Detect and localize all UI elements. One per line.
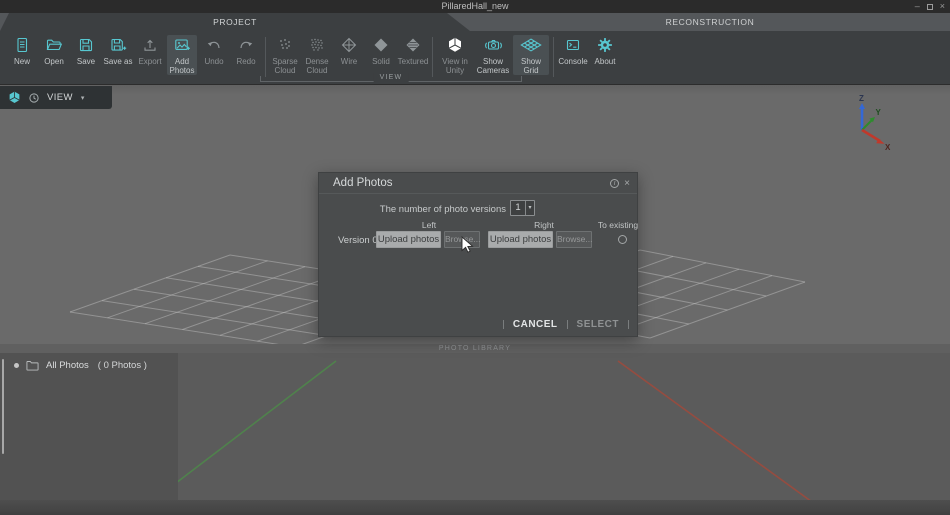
save-as-icon (110, 35, 127, 54)
select-button[interactable]: SELECT (577, 319, 619, 330)
photo-versions-select[interactable]: 1 ▾ (510, 200, 535, 216)
add-photos-dialog: Add Photos i × The number of photo versi… (318, 172, 638, 337)
new-file-icon (14, 35, 30, 54)
window-close-icon[interactable]: × (940, 0, 945, 13)
footer-separator (567, 320, 568, 329)
photo-versions-label: The number of photo versions (319, 204, 506, 215)
close-icon[interactable]: × (624, 179, 630, 189)
column-header-to-existing: To existing (597, 220, 639, 230)
toolbar-button-new[interactable]: New (7, 35, 37, 66)
bullet-icon (14, 363, 19, 368)
toolbar-button-redo[interactable]: Redo (231, 35, 261, 66)
console-icon (565, 35, 581, 54)
view-menu-bar: VIEW ▾ (0, 86, 112, 109)
browse-right-button[interactable]: Browse... (556, 231, 592, 248)
solid-mesh-icon (373, 35, 389, 54)
upload-photos-right-button[interactable]: Upload photos (488, 231, 553, 248)
cancel-button[interactable]: CANCEL (513, 319, 558, 330)
toolbar-button-dense-cloud[interactable]: Dense Cloud (302, 35, 332, 75)
chevron-down-icon: ▾ (81, 94, 85, 102)
toolbar-group-view: VIEW (260, 76, 522, 82)
column-header-left: Left (414, 220, 444, 230)
toolbar-button-textured[interactable]: Textured (398, 35, 428, 66)
unity-logo-icon (447, 35, 463, 54)
browse-left-button[interactable]: Browse... (444, 231, 480, 248)
toolbar-button-save[interactable]: Save (71, 35, 101, 66)
toolbar-button-save-as[interactable]: Save as (103, 35, 133, 66)
restore-icon[interactable] (927, 4, 933, 10)
all-photos-item[interactable]: All Photos ( 0 Photos ) (14, 360, 147, 371)
toolbar-button-wire[interactable]: Wire (334, 35, 364, 66)
toolbar-button-about[interactable]: About (590, 35, 620, 66)
dialog-title: Add Photos (333, 173, 392, 194)
view-menu-button[interactable]: VIEW (47, 92, 73, 103)
gear-icon (597, 35, 613, 54)
textured-mesh-icon (405, 35, 421, 54)
minimize-icon[interactable]: – (915, 0, 920, 13)
toolbar-button-add-photos[interactable]: Add Photos (167, 35, 197, 75)
tab-bar: PROJECT RECONSTRUCTION (0, 13, 950, 31)
upload-photos-left-button[interactable]: Upload photos (376, 231, 441, 248)
tab-project[interactable]: PROJECT (0, 13, 470, 31)
save-icon (78, 35, 94, 54)
history-clock-icon[interactable] (28, 92, 40, 104)
wire-mesh-icon (341, 35, 357, 54)
dense-cloud-icon (309, 35, 325, 54)
sparse-cloud-icon (277, 35, 293, 54)
panel-bottom-strip (0, 500, 950, 515)
tab-reconstruction[interactable]: RECONSTRUCTION (470, 13, 950, 31)
toolbar-button-view-in-unity[interactable]: View in Unity (437, 35, 473, 75)
toolbar-button-console[interactable]: Console (558, 35, 588, 66)
toolbar-separator (553, 37, 554, 77)
app-logo-icon (8, 91, 21, 104)
toolbar: New Open Save Save as (0, 31, 950, 85)
photo-versions-value: 1 (511, 201, 525, 215)
title-bar: PillaredHall_new – × (0, 0, 950, 13)
sidebar-scrollbar[interactable] (2, 359, 4, 454)
column-header-right: Right (529, 220, 559, 230)
all-photos-count: ( 0 Photos ) (98, 360, 147, 371)
window-title: PillaredHall_new (0, 0, 950, 13)
photo-library-panel: All Photos ( 0 Photos ) (0, 353, 950, 515)
redo-icon (238, 35, 254, 54)
chevron-down-icon[interactable]: ▾ (525, 201, 534, 215)
toolbar-button-export[interactable]: Export (135, 35, 165, 66)
toolbar-button-show-cameras[interactable]: Show Cameras (475, 35, 511, 75)
axis-x-label: X (885, 143, 891, 152)
footer-separator (628, 320, 629, 329)
undo-icon (206, 35, 222, 54)
camera-icon (485, 35, 502, 54)
axis-y-label: Y (876, 108, 882, 117)
footer-separator (503, 320, 504, 329)
toolbar-group-label: VIEW (374, 73, 409, 83)
dialog-footer: CANCEL SELECT (503, 319, 629, 330)
export-icon (142, 35, 158, 54)
toolbar-separator (432, 37, 433, 77)
toolbar-button-sparse-cloud[interactable]: Sparse Cloud (270, 35, 300, 75)
photo-library-header[interactable]: PHOTO LIBRARY (0, 344, 950, 353)
app-window: PillaredHall_new – × PROJECT RECONSTRUCT… (0, 0, 950, 515)
open-folder-icon (46, 35, 62, 54)
photo-tree-sidebar: All Photos ( 0 Photos ) (0, 353, 178, 500)
folder-icon (26, 360, 39, 371)
toolbar-button-solid[interactable]: Solid (366, 35, 396, 66)
toolbar-button-undo[interactable]: Undo (199, 35, 229, 66)
to-existing-radio[interactable] (618, 235, 627, 244)
dialog-header: Add Photos i × (319, 173, 637, 194)
grid-mesh-icon (520, 35, 542, 54)
toolbar-button-open[interactable]: Open (39, 35, 69, 66)
add-photos-icon (174, 35, 191, 54)
all-photos-label: All Photos (46, 360, 89, 371)
info-icon[interactable]: i (610, 179, 619, 188)
axis-gizmo[interactable]: Z Y X (832, 92, 892, 152)
toolbar-separator (265, 37, 266, 77)
toolbar-button-show-grid[interactable]: Show Grid (513, 35, 549, 75)
axis-z-label: Z (859, 94, 864, 103)
